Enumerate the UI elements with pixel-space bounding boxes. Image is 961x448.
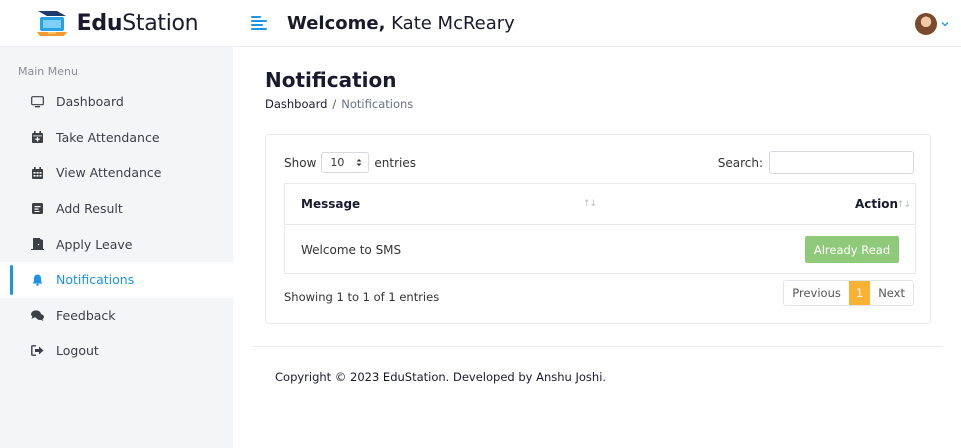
page-button-current[interactable]: 1 xyxy=(848,281,871,305)
breadcrumb: Dashboard / Notifications xyxy=(265,97,413,111)
topbar: Welcome, Kate McReary xyxy=(233,0,961,47)
entries-value: 10 xyxy=(330,156,345,169)
previous-button[interactable]: Previous xyxy=(784,281,849,305)
table-info: Showing 1 to 1 of 1 entries xyxy=(284,290,440,304)
breadcrumb-separator: / xyxy=(332,97,337,111)
sidebar: EduStation Main Menu Dashboard Take Atte… xyxy=(0,0,233,448)
door-icon xyxy=(31,238,44,251)
result-icon xyxy=(31,202,44,215)
comments-icon xyxy=(31,309,44,322)
footer-copyright: Copyright © 2023 EduStation. Developed b… xyxy=(275,370,607,384)
next-button[interactable]: Next xyxy=(870,281,913,305)
entries-select[interactable]: 10 xyxy=(321,152,370,173)
cell-message: Welcome to SMS xyxy=(301,243,402,257)
sidebar-item-feedback[interactable]: Feedback xyxy=(0,298,233,334)
chevron-down-icon[interactable] xyxy=(941,20,949,28)
brand[interactable]: EduStation xyxy=(0,0,233,47)
notifications-card: Show 10 entries Search: Message ↑↓ Actio… xyxy=(265,134,931,324)
sidebar-item-view-attendance[interactable]: View Attendance xyxy=(0,155,233,191)
main-content: Notification Dashboard / Notifications Sho… xyxy=(233,47,961,448)
sidebar-item-add-result[interactable]: Add Result xyxy=(0,191,233,227)
calendar-plus-icon xyxy=(31,131,44,144)
avatar[interactable] xyxy=(915,13,937,35)
welcome-label: Welcome, xyxy=(287,12,386,34)
bell-icon xyxy=(31,273,44,286)
user-name: Kate McReary xyxy=(391,12,515,34)
sidebar-item-label: Dashboard xyxy=(56,94,124,110)
sidebar-item-notifications[interactable]: Notifications xyxy=(0,261,233,298)
sidebar-item-label: Add Result xyxy=(56,201,123,217)
footer-divider xyxy=(253,346,943,347)
select-arrows-icon xyxy=(356,159,362,166)
sidebar-item-label: Notifications xyxy=(56,272,135,288)
table-header: Message ↑↓ Action ↑↓ xyxy=(285,184,915,225)
sidebar-item-take-attendance[interactable]: Take Attendance xyxy=(0,120,233,156)
sort-icon[interactable]: ↑↓ xyxy=(897,200,911,210)
sidebar-item-label: Apply Leave xyxy=(56,236,133,252)
column-header-message[interactable]: Message xyxy=(301,197,360,211)
calendar-icon xyxy=(31,166,44,179)
sidebar-item-label: Take Attendance xyxy=(56,129,160,145)
notifications-table: Message ↑↓ Action ↑↓ Welcome to SMS Alre… xyxy=(284,183,916,274)
graduation-laptop-icon xyxy=(36,11,67,36)
entries-length-control: Show 10 entries xyxy=(284,152,416,173)
sidebar-item-logout[interactable]: Logout xyxy=(0,333,233,369)
sort-icon[interactable]: ↑↓ xyxy=(583,199,597,209)
breadcrumb-home[interactable]: Dashboard xyxy=(265,97,327,111)
brand-name-bold: Edu xyxy=(76,10,123,36)
breadcrumb-current: Notifications xyxy=(341,97,414,111)
brand-name-rest: Station xyxy=(122,10,199,36)
welcome-message: Welcome, Kate McReary xyxy=(287,13,515,34)
entries-label: entries xyxy=(374,155,416,170)
monitor-icon xyxy=(31,95,44,108)
search-input[interactable] xyxy=(769,151,914,174)
show-label: Show xyxy=(284,155,317,170)
search-control: Search: xyxy=(718,151,914,174)
sidebar-item-apply-leave[interactable]: Apply Leave xyxy=(0,226,233,262)
search-label: Search: xyxy=(717,155,763,170)
sidebar-item-label: Feedback xyxy=(56,307,116,323)
sidebar-item-label: Logout xyxy=(56,343,99,359)
table-row: Welcome to SMS Already Read xyxy=(285,225,915,273)
sign-out-icon xyxy=(31,344,44,357)
pagination: Previous 1 Next xyxy=(783,280,914,306)
sidebar-item-label: View Attendance xyxy=(56,165,162,181)
sidebar-item-dashboard[interactable]: Dashboard xyxy=(0,84,233,120)
column-header-action[interactable]: Action xyxy=(855,197,898,211)
menu-toggle-icon[interactable] xyxy=(251,16,267,30)
already-read-button[interactable]: Already Read xyxy=(805,236,899,263)
menu-title: Main Menu xyxy=(18,65,78,78)
page-title: Notification xyxy=(265,68,397,92)
